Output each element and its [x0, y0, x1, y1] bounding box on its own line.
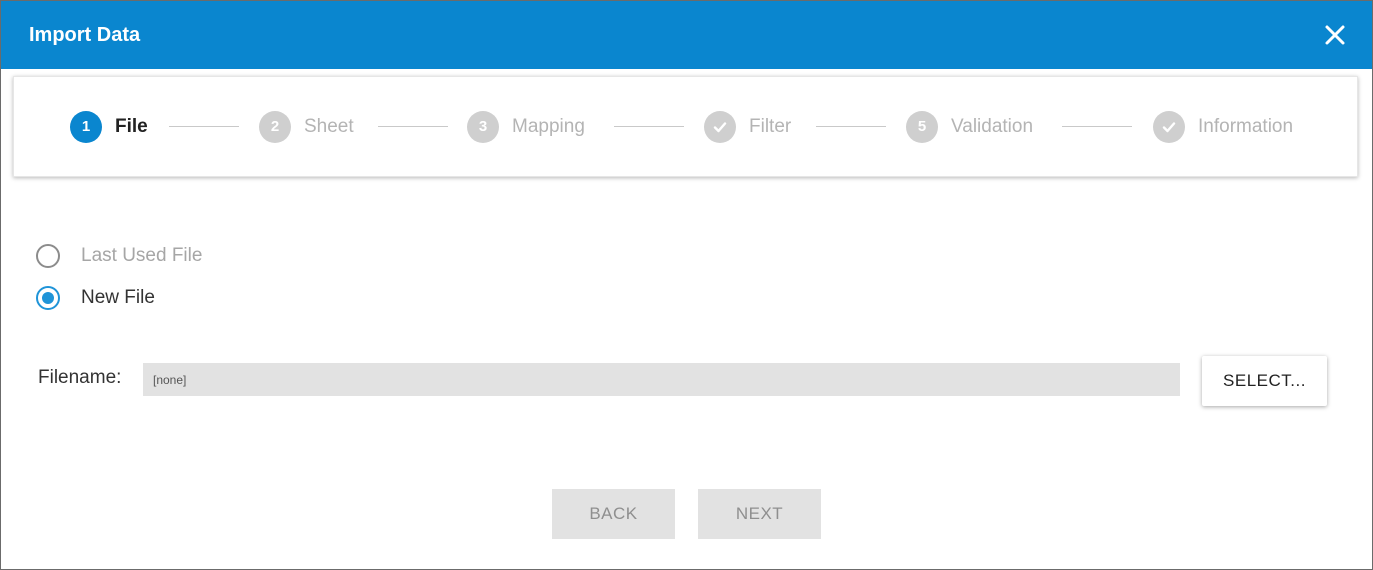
check-icon	[704, 110, 736, 143]
back-button[interactable]: BACK	[552, 489, 675, 539]
close-icon[interactable]	[1324, 24, 1346, 46]
step-label: File	[115, 115, 148, 137]
step-connector	[169, 126, 239, 127]
step-validation[interactable]: 5 Validation	[906, 77, 1033, 176]
step-connector	[816, 126, 886, 127]
step-connector	[378, 126, 448, 127]
radio-new-file[interactable]: New File	[36, 286, 155, 310]
dialog-titlebar: Import Data	[1, 1, 1372, 69]
next-button[interactable]: NEXT	[698, 489, 821, 539]
step-connector	[614, 126, 684, 127]
step-number-badge: 3	[467, 110, 499, 143]
radio-circle[interactable]	[36, 244, 60, 268]
step-file[interactable]: 1 File	[70, 77, 148, 176]
step-label: Validation	[951, 115, 1034, 137]
step-number-badge: 1	[70, 110, 102, 143]
import-data-dialog: Import Data 1 File 2 Sheet 3 Mapping Fil…	[0, 0, 1373, 570]
step-sheet[interactable]: 2 Sheet	[259, 77, 354, 176]
step-number-badge: 2	[259, 110, 291, 143]
step-connector	[1062, 126, 1132, 127]
step-mapping[interactable]: 3 Mapping	[467, 77, 585, 176]
radio-label: Last Used File	[81, 245, 203, 266]
radio-circle[interactable]	[36, 286, 60, 310]
step-information[interactable]: Information	[1153, 77, 1293, 176]
dialog-title: Import Data	[29, 24, 141, 46]
import-stepper: 1 File 2 Sheet 3 Mapping Filter 5 Valida…	[13, 76, 1358, 177]
select-file-button[interactable]: SELECT...	[1202, 356, 1327, 406]
filename-field[interactable]	[143, 363, 1180, 396]
step-label: Information	[1198, 115, 1294, 137]
radio-label: New File	[81, 287, 155, 308]
radio-last-used-file[interactable]: Last Used File	[36, 244, 202, 268]
step-filter[interactable]: Filter	[704, 77, 791, 176]
step-label: Filter	[749, 115, 792, 137]
step-label: Mapping	[512, 115, 585, 137]
step-label: Sheet	[304, 115, 354, 137]
check-icon	[1153, 110, 1185, 143]
filename-label: Filename:	[38, 367, 122, 388]
step-number-badge: 5	[906, 110, 938, 143]
